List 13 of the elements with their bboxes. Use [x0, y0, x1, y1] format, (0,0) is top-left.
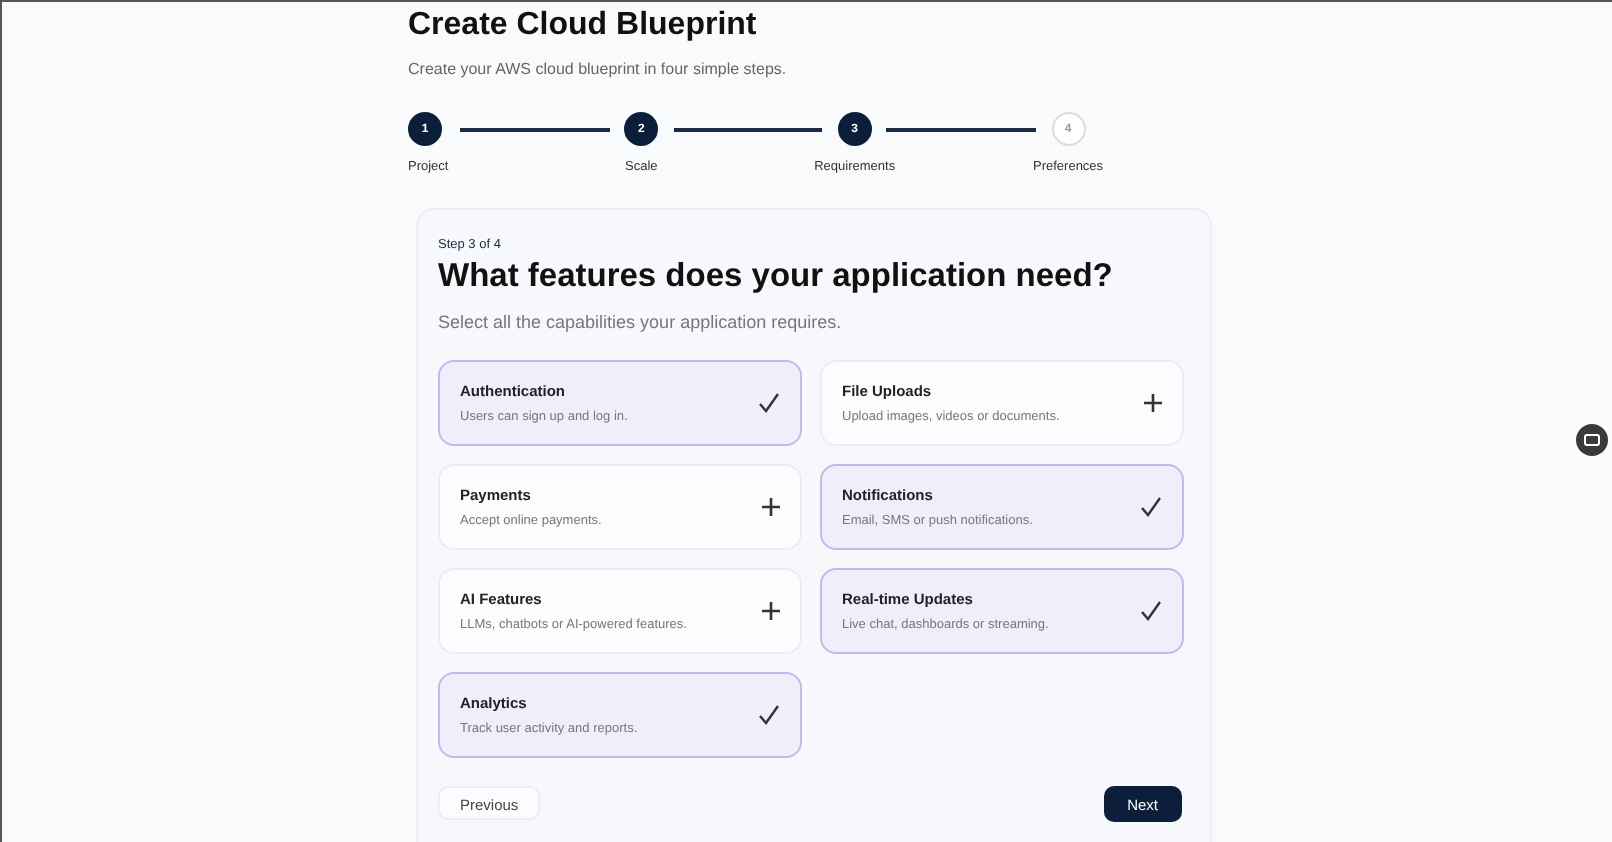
plus-icon	[762, 602, 780, 620]
check-icon	[758, 704, 780, 726]
plus-icon	[1144, 394, 1162, 412]
check-icon	[1140, 496, 1162, 518]
page-subtitle: Create your AWS cloud blueprint in four simple steps.	[408, 60, 789, 78]
question-description: Select all the capabilities your application requires.	[438, 312, 844, 332]
check-icon	[1140, 600, 1162, 622]
check-icon	[758, 392, 780, 414]
question-heading: What features does your application need?	[438, 258, 1115, 296]
plus-icon	[762, 498, 780, 516]
page-title: Create Cloud Blueprint	[408, 8, 759, 44]
chat-icon	[1584, 433, 1600, 447]
chat-button[interactable]	[1576, 424, 1608, 456]
